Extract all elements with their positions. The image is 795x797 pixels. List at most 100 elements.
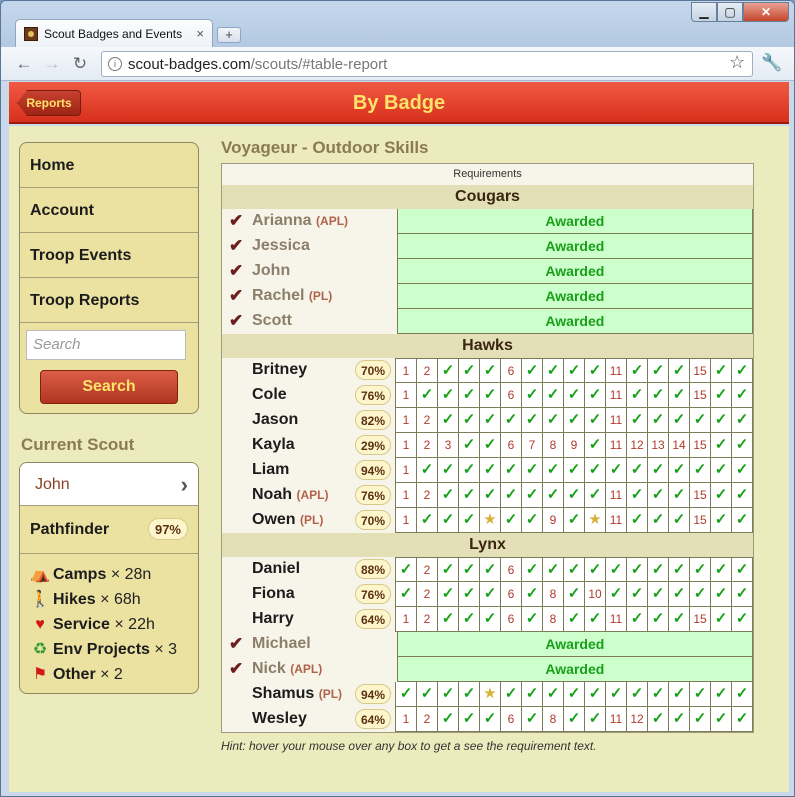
requirement-pending-cell[interactable]: 11 xyxy=(606,508,627,533)
scout-name-cell[interactable]: ✔ Arianna (APL) xyxy=(222,209,397,234)
requirement-pending-cell[interactable]: 2 xyxy=(417,433,438,458)
requirement-done-cell[interactable]: ✓ xyxy=(585,458,606,483)
awarded-cell[interactable]: Awarded xyxy=(396,209,753,234)
requirement-done-cell[interactable]: ✓ xyxy=(438,458,459,483)
requirement-done-cell[interactable]: ✓ xyxy=(564,582,585,607)
requirement-pending-cell[interactable]: 6 xyxy=(501,557,522,582)
requirement-done-cell[interactable]: ✓ xyxy=(459,483,480,508)
requirement-done-cell[interactable]: ✓ xyxy=(522,682,543,707)
awarded-cell[interactable]: Awarded xyxy=(396,657,753,682)
awarded-cell[interactable]: Awarded xyxy=(396,309,753,334)
requirement-done-cell[interactable]: ✓ xyxy=(732,433,753,458)
requirement-pending-cell[interactable]: 11 xyxy=(606,483,627,508)
requirement-done-cell[interactable]: ✓ xyxy=(648,557,669,582)
requirement-done-cell[interactable]: ✓ xyxy=(711,508,732,533)
scout-name-cell[interactable]: ✔ Jessica xyxy=(222,234,397,259)
requirement-done-cell[interactable]: ✓ xyxy=(417,383,438,408)
requirement-done-cell[interactable]: ✓ xyxy=(522,483,543,508)
requirement-done-cell[interactable]: ✓ xyxy=(690,707,711,732)
requirement-done-cell[interactable]: ✓ xyxy=(606,557,627,582)
requirement-done-cell[interactable]: ✓ xyxy=(627,383,648,408)
tab-close-icon[interactable]: × xyxy=(196,26,204,41)
requirement-done-cell[interactable]: ✓ xyxy=(564,607,585,632)
requirement-done-cell[interactable]: ✓ xyxy=(732,358,753,383)
requirement-done-cell[interactable]: ✓ xyxy=(648,358,669,383)
requirement-done-cell[interactable]: ✓ xyxy=(732,707,753,732)
requirement-pending-cell[interactable]: 2 xyxy=(417,483,438,508)
requirement-done-cell[interactable]: ✓ xyxy=(732,682,753,707)
requirement-done-cell[interactable]: ✓ xyxy=(438,682,459,707)
requirement-pending-cell[interactable]: 14 xyxy=(669,433,690,458)
menu-item-home[interactable]: Home xyxy=(20,143,198,188)
menu-item-troop-events[interactable]: Troop Events xyxy=(20,233,198,278)
requirement-pending-cell[interactable]: 11 xyxy=(606,383,627,408)
requirement-done-cell[interactable]: ✓ xyxy=(564,383,585,408)
requirement-done-cell[interactable]: ✓ xyxy=(711,433,732,458)
bookmark-star-icon[interactable]: ☆ xyxy=(729,52,745,73)
requirement-done-cell[interactable]: ✓ xyxy=(522,383,543,408)
scout-name-cell[interactable]: Noah (APL) 76% xyxy=(222,483,395,508)
requirement-done-cell[interactable]: ✓ xyxy=(459,707,480,732)
requirement-done-cell[interactable]: ✓ xyxy=(585,557,606,582)
requirement-pending-cell[interactable]: 15 xyxy=(690,383,711,408)
requirement-pending-cell[interactable]: 8 xyxy=(543,707,564,732)
requirement-done-cell[interactable]: ✓ xyxy=(627,458,648,483)
requirement-done-cell[interactable]: ✓ xyxy=(669,557,690,582)
requirement-done-cell[interactable]: ✓ xyxy=(627,483,648,508)
requirement-done-cell[interactable]: ✓ xyxy=(480,483,501,508)
requirement-done-cell[interactable]: ✓ xyxy=(669,508,690,533)
requirement-done-cell[interactable]: ✓ xyxy=(501,458,522,483)
requirement-pending-cell[interactable]: 15 xyxy=(690,433,711,458)
back-arrow-icon[interactable]: ← xyxy=(13,53,35,75)
requirement-done-cell[interactable]: ✓ xyxy=(732,557,753,582)
requirement-pending-cell[interactable]: 2 xyxy=(417,557,438,582)
requirement-done-cell[interactable]: ✓ xyxy=(438,607,459,632)
scout-name-cell[interactable]: ✔ Rachel (PL) xyxy=(222,284,397,309)
requirement-done-cell[interactable]: ✓ xyxy=(711,458,732,483)
requirement-pending-cell[interactable]: 2 xyxy=(417,408,438,433)
requirement-done-cell[interactable]: ✓ xyxy=(732,458,753,483)
requirement-pending-cell[interactable]: 6 xyxy=(501,433,522,458)
scout-name-cell[interactable]: ✔ Michael xyxy=(222,632,397,657)
requirement-done-cell[interactable]: ✓ xyxy=(669,682,690,707)
requirement-pending-cell[interactable]: 1 xyxy=(396,433,417,458)
requirement-done-cell[interactable]: ✓ xyxy=(585,383,606,408)
requirement-done-cell[interactable]: ✓ xyxy=(585,408,606,433)
requirement-done-cell[interactable]: ✓ xyxy=(732,607,753,632)
requirement-done-cell[interactable]: ✓ xyxy=(669,383,690,408)
requirement-done-cell[interactable]: ✓ xyxy=(648,458,669,483)
awarded-cell[interactable]: Awarded xyxy=(396,284,753,309)
requirement-done-cell[interactable]: ✓ xyxy=(585,682,606,707)
requirement-done-cell[interactable]: ✓ xyxy=(438,483,459,508)
awarded-cell[interactable]: Awarded xyxy=(396,259,753,284)
requirement-pending-cell[interactable]: 7 xyxy=(522,433,543,458)
requirement-done-cell[interactable]: ✓ xyxy=(522,557,543,582)
requirement-done-cell[interactable]: ✓ xyxy=(438,383,459,408)
requirement-pending-cell[interactable]: 15 xyxy=(690,358,711,383)
requirement-pending-cell[interactable]: 8 xyxy=(543,607,564,632)
requirement-done-cell[interactable]: ✓ xyxy=(438,358,459,383)
requirement-pending-cell[interactable]: 6 xyxy=(501,707,522,732)
forward-arrow-icon[interactable]: → xyxy=(41,53,63,75)
requirement-pending-cell[interactable]: 11 xyxy=(606,607,627,632)
requirement-done-cell[interactable]: ✓ xyxy=(669,582,690,607)
requirement-done-cell[interactable]: ✓ xyxy=(480,707,501,732)
requirement-done-cell[interactable]: ✓ xyxy=(396,557,417,582)
scout-name-cell[interactable]: ✔ Scott xyxy=(222,309,397,334)
new-tab-button[interactable]: + xyxy=(217,27,241,43)
requirement-done-cell[interactable]: ✓ xyxy=(627,582,648,607)
requirement-pending-cell[interactable]: 11 xyxy=(606,433,627,458)
current-scout-link[interactable]: John › xyxy=(20,463,198,506)
requirement-done-cell[interactable]: ✓ xyxy=(543,557,564,582)
requirement-done-cell[interactable]: ✓ xyxy=(648,607,669,632)
requirement-done-cell[interactable]: ✓ xyxy=(564,682,585,707)
requirement-done-cell[interactable]: ✓ xyxy=(669,458,690,483)
requirement-done-cell[interactable]: ✓ xyxy=(459,508,480,533)
menu-item-account[interactable]: Account xyxy=(20,188,198,233)
requirement-done-cell[interactable]: ✓ xyxy=(669,408,690,433)
requirement-pending-cell[interactable]: 1 xyxy=(396,483,417,508)
requirement-done-cell[interactable]: ✓ xyxy=(732,508,753,533)
requirement-pending-cell[interactable]: 1 xyxy=(396,408,417,433)
scout-name-cell[interactable]: ✔ John xyxy=(222,259,397,284)
requirement-done-cell[interactable]: ✓ xyxy=(732,383,753,408)
